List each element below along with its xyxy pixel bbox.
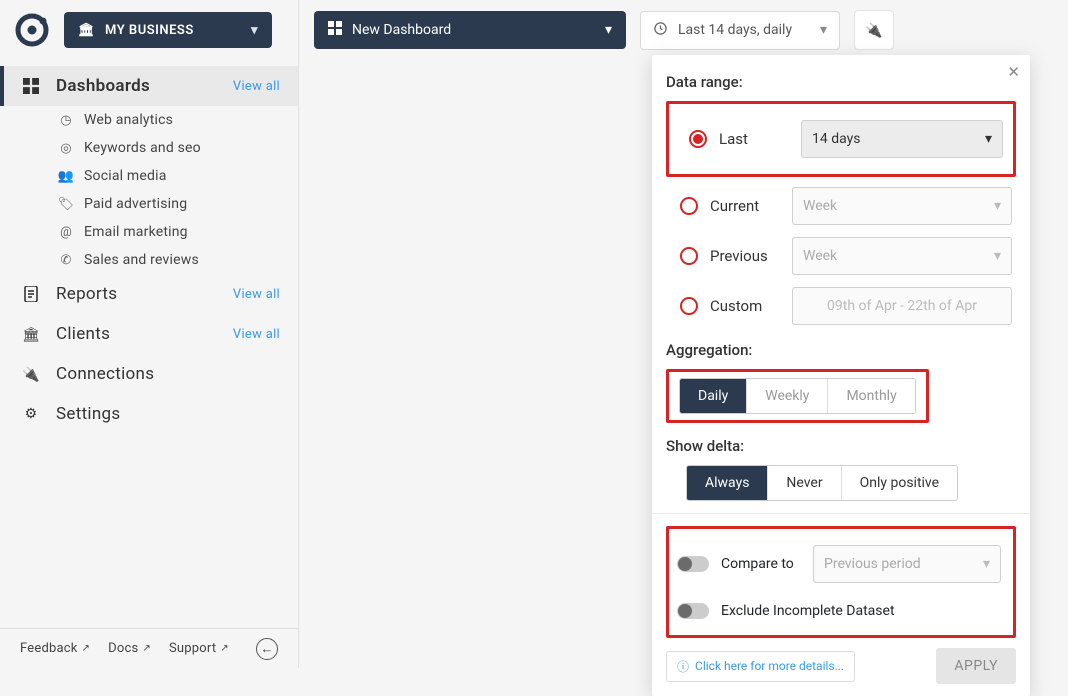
view-all-link[interactable]: View all (233, 79, 280, 94)
aggregation-group: Daily Weekly Monthly (679, 378, 916, 414)
tag-icon: 🏷 (58, 197, 74, 212)
radio-icon[interactable] (680, 247, 698, 265)
chevron-down-icon: ▾ (251, 23, 258, 38)
footer: Feedback Docs Support ← (0, 628, 298, 668)
delta-title: Show delta: (666, 437, 1016, 455)
footer-support[interactable]: Support (169, 641, 229, 656)
exclude-row: Exclude Incomplete Dataset (675, 593, 1007, 629)
range-previous-label: Previous (710, 247, 780, 265)
last-dropdown[interactable]: 14 days ▾ (801, 120, 1003, 158)
plug-icon: 🔌 (865, 22, 882, 39)
footer-feedback[interactable]: Feedback (20, 641, 90, 656)
sidebar-sub-sales[interactable]: ✆Sales and reviews (0, 246, 298, 274)
sidebar-sub-paid[interactable]: 🏷Paid advertising (0, 190, 298, 218)
range-last-row[interactable]: Last 14 days ▾ (675, 110, 1007, 168)
business-selector[interactable]: 🏛 MY BUSINESS ▾ (64, 12, 272, 48)
compare-to-row: Compare to Previous period ▾ (675, 535, 1007, 593)
data-range-title: Data range: (666, 73, 1016, 91)
institution-icon: 🏛 (22, 325, 40, 343)
delta-never[interactable]: Never (768, 466, 841, 500)
delta-positive[interactable]: Only positive (842, 466, 957, 500)
dashboard-icon (328, 21, 342, 39)
highlight-compare: Compare to Previous period ▾ Exclude Inc… (666, 526, 1016, 638)
view-all-link[interactable]: View all (233, 287, 280, 302)
current-dropdown[interactable]: Week ▾ (792, 187, 1012, 225)
close-icon[interactable]: ✕ (1007, 63, 1020, 81)
chevron-down-icon: ▾ (605, 22, 612, 38)
institution-icon: 🏛 (78, 22, 95, 38)
agg-monthly[interactable]: Monthly (828, 379, 914, 413)
info-link[interactable]: ⓘ Click here for more details... (666, 651, 855, 682)
info-icon: ⓘ (677, 658, 689, 675)
sidebar-item-label: Settings (56, 404, 280, 424)
clock-icon (653, 21, 668, 40)
dashboard-selector[interactable]: New Dashboard ▾ (314, 11, 626, 49)
range-last-label: Last (719, 130, 789, 148)
agg-weekly[interactable]: Weekly (747, 379, 828, 413)
delta-always[interactable]: Always (687, 466, 768, 500)
custom-date-input[interactable]: 09th of Apr - 22th of Apr (792, 287, 1012, 325)
radio-icon[interactable] (680, 297, 698, 315)
range-current-row[interactable]: Current Week ▾ (666, 181, 1016, 231)
sidebar-item-reports[interactable]: Reports View all (0, 274, 298, 314)
footer-docs[interactable]: Docs (108, 641, 151, 656)
sidebar-item-clients[interactable]: 🏛 Clients View all (0, 314, 298, 354)
app-logo[interactable] (14, 12, 50, 48)
sidebar-item-dashboards[interactable]: Dashboards View all (0, 66, 298, 106)
dashboard-icon (22, 77, 40, 95)
chevron-down-icon: ▾ (994, 198, 1001, 214)
target-icon: ◎ (58, 141, 74, 156)
sidebar-item-settings[interactable]: ⚙ Settings (0, 394, 298, 434)
reports-icon (22, 285, 40, 303)
gear-icon: ⚙ (22, 405, 40, 423)
sidebar-sub-social[interactable]: 👥Social media (0, 162, 298, 190)
exclude-label: Exclude Incomplete Dataset (721, 603, 895, 619)
radio-icon[interactable] (680, 197, 698, 215)
chevron-down-icon: ▾ (983, 556, 990, 572)
sidebar-sub-web[interactable]: ◷Web analytics (0, 106, 298, 134)
plug-icon: 🔌 (22, 365, 40, 383)
agg-daily[interactable]: Daily (680, 379, 747, 413)
highlight-last-range: Last 14 days ▾ (666, 101, 1016, 177)
aggregation-title: Aggregation: (666, 341, 1016, 359)
date-range-panel: ✕ Data range: Last 14 days ▾ Current Wee… (652, 55, 1030, 696)
compare-toggle[interactable] (677, 556, 709, 572)
gauge-icon: ◷ (58, 113, 74, 128)
radio-selected-icon[interactable] (689, 130, 707, 148)
dashboard-label: New Dashboard (352, 22, 451, 38)
range-custom-row[interactable]: Custom 09th of Apr - 22th of Apr (666, 281, 1016, 331)
range-previous-row[interactable]: Previous Week ▾ (666, 231, 1016, 281)
sidebar-item-label: Dashboards (56, 76, 217, 96)
delta-group: Always Never Only positive (686, 465, 958, 501)
compare-dropdown[interactable]: Previous period ▾ (813, 545, 1001, 583)
view-all-link[interactable]: View all (233, 327, 280, 342)
date-range-selector[interactable]: Last 14 days, daily ▾ (640, 11, 840, 50)
arrow-left-icon: ← (261, 641, 274, 657)
at-icon: @ (58, 225, 74, 240)
date-range-label: Last 14 days, daily (678, 22, 792, 38)
sidebar-item-label: Connections (56, 364, 280, 384)
collapse-sidebar-button[interactable]: ← (256, 638, 278, 660)
sidebar-item-label: Reports (56, 284, 217, 304)
range-custom-label: Custom (710, 297, 780, 315)
sidebar-sub-keywords[interactable]: ◎Keywords and seo (0, 134, 298, 162)
chevron-down-icon: ▾ (985, 131, 992, 147)
compare-label: Compare to (721, 556, 801, 572)
business-label: MY BUSINESS (105, 23, 194, 38)
apply-button[interactable]: APPLY (936, 648, 1016, 684)
sidebar-item-label: Clients (56, 324, 217, 344)
plugin-button[interactable]: 🔌 (854, 10, 894, 50)
highlight-aggregation: Daily Weekly Monthly (666, 369, 929, 423)
phone-icon: ✆ (58, 253, 74, 268)
sidebar-item-connections[interactable]: 🔌 Connections (0, 354, 298, 394)
previous-dropdown[interactable]: Week ▾ (792, 237, 1012, 275)
sidebar-sub-email[interactable]: @Email marketing (0, 218, 298, 246)
people-icon: 👥 (58, 168, 74, 184)
chevron-down-icon: ▾ (820, 22, 827, 38)
exclude-toggle[interactable] (677, 603, 709, 619)
range-current-label: Current (710, 197, 780, 215)
chevron-down-icon: ▾ (994, 248, 1001, 264)
sidebar: Dashboards View all ◷Web analytics ◎Keyw… (0, 60, 298, 628)
